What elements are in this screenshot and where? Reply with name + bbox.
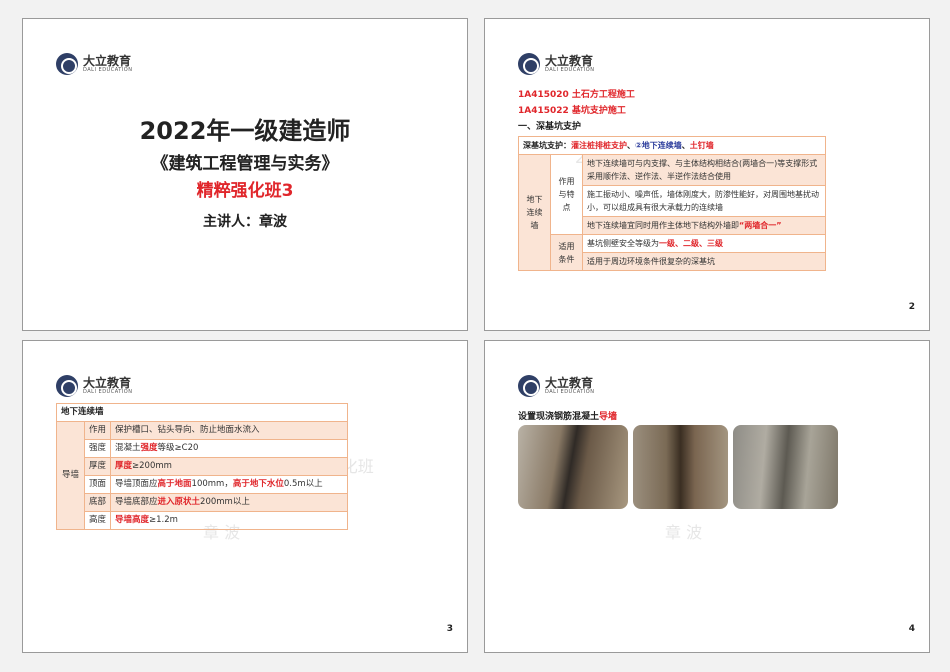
support-table: 深基坑支护：灌注桩排桩支护、②地下连续墙、土钉墙 地下连续墙作用与特点地下连续墙… xyxy=(518,136,826,271)
logo: 大立教育DALI EDUCATION xyxy=(56,53,132,75)
guide-wall-photo-1 xyxy=(518,425,628,509)
guide-wall-photo-2 xyxy=(633,425,728,509)
slide-4[interactable]: 大立教育DALI EDUCATION 设置现浇钢筋混凝土导墙 章 波 4 xyxy=(484,340,930,653)
logo-icon xyxy=(518,53,540,75)
guide-wall-table: 地下连续墙 导墙作用保护槽口、钻头导向、防止地面水流入强度混凝土强度等级≥C20… xyxy=(56,403,348,530)
logo: 大立教育DALI EDUCATION xyxy=(518,53,594,75)
table-row: 高度导墙高度≥1.2m xyxy=(57,512,348,530)
lecturer: 主讲人：章波 xyxy=(23,211,467,231)
row-key: 顶面 xyxy=(85,476,111,494)
page-number: 2 xyxy=(909,302,915,312)
subtitle: 《建筑工程管理与实务》 xyxy=(23,149,467,174)
guide-wall-photo-3 xyxy=(733,425,838,509)
table-row: 强度混凝土强度等级≥C20 xyxy=(57,440,348,458)
logo-icon xyxy=(56,53,78,75)
row-key: 作用 xyxy=(85,422,111,440)
table-header: 深基坑支护：灌注桩排桩支护、②地下连续墙、土钉墙 xyxy=(519,137,826,155)
slide-1[interactable]: 大立教育DALI EDUCATION 2022年一级建造师 《建筑工程管理与实务… xyxy=(22,18,468,331)
table-row: 厚度厚度≥200mm xyxy=(57,458,348,476)
slide-3[interactable]: 大立教育DALI EDUCATION 2022一级建造师精粹强化班 章 波 地下… xyxy=(22,340,468,653)
row-value: 混凝土强度等级≥C20 xyxy=(111,440,348,458)
logo: 大立教育DALI EDUCATION xyxy=(518,375,594,397)
section-code: 1A415020 土石方工程施工 xyxy=(518,87,635,100)
row-key: 厚度 xyxy=(85,458,111,476)
subsection-code: 1A415022 基坑支护施工 xyxy=(518,103,626,116)
row-value: 导墙顶面应高于地面100mm，高于地下水位0.5m以上 xyxy=(111,476,348,494)
logo-icon xyxy=(518,375,540,397)
row-value: 厚度≥200mm xyxy=(111,458,348,476)
logo: 大立教育DALI EDUCATION xyxy=(56,375,132,397)
row-value: 导墙高度≥1.2m xyxy=(111,512,348,530)
row-value: 导墙底部应进入原状土200mm以上 xyxy=(111,494,348,512)
row-key: 强度 xyxy=(85,440,111,458)
heading: 一、深基坑支护 xyxy=(518,119,581,132)
slide-title: 设置现浇钢筋混凝土导墙 xyxy=(518,409,617,422)
slide-2[interactable]: 大立教育DALI EDUCATION 1A415020 土石方工程施工 1A41… xyxy=(484,18,930,331)
row-value: 保护槽口、钻头导向、防止地面水流入 xyxy=(111,422,348,440)
table-row: 导墙作用保护槽口、钻头导向、防止地面水流入 xyxy=(57,422,348,440)
group-label: 导墙 xyxy=(57,422,85,530)
row-key: 高度 xyxy=(85,512,111,530)
logo-icon xyxy=(56,375,78,397)
course-name: 精粹强化班3 xyxy=(23,176,467,201)
page-number: 4 xyxy=(909,624,915,634)
table-row: 底部导墙底部应进入原状土200mm以上 xyxy=(57,494,348,512)
table-row: 顶面导墙顶面应高于地面100mm，高于地下水位0.5m以上 xyxy=(57,476,348,494)
page-number: 3 xyxy=(447,624,453,634)
row-key: 底部 xyxy=(85,494,111,512)
title: 2022年一级建造师 xyxy=(23,111,467,146)
